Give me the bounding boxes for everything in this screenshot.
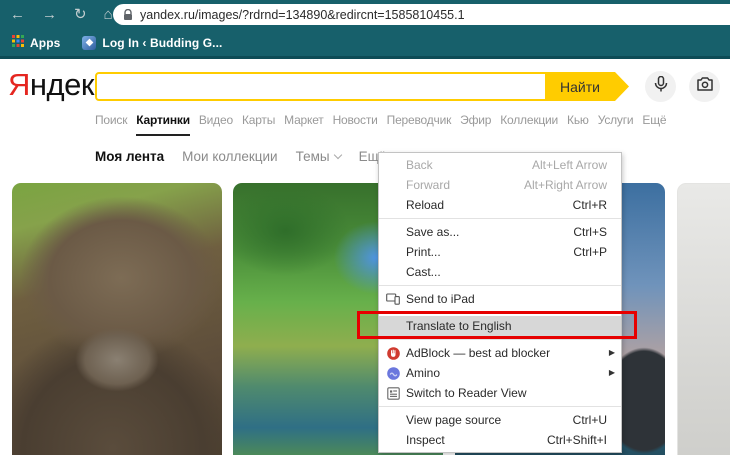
logo-letter: Я	[8, 67, 30, 102]
menu-item-label: Amino	[406, 366, 441, 380]
service-tabs: Поиск Картинки Видео Карты Маркет Новости Пере…	[95, 113, 725, 136]
menu-item-inspect[interactable]: Inspect Ctrl+Shift+I	[379, 430, 621, 450]
tab-поиск[interactable]: Поиск	[95, 113, 127, 136]
submenu-arrow-icon: ▶	[608, 348, 615, 357]
lock-icon	[123, 8, 133, 21]
voice-search-button[interactable]	[645, 71, 676, 102]
menu-item-shortcut: Ctrl+S	[573, 225, 607, 239]
menu-separator	[379, 218, 621, 219]
bookmark-apps[interactable]: Apps	[12, 34, 60, 52]
search-button[interactable]: Найти	[547, 72, 629, 101]
bookmark-login-budding[interactable]: Log In ‹ Budding G...	[82, 35, 223, 50]
menu-item-send-to-ipad[interactable]: Send to iPad	[379, 289, 621, 309]
menu-item-adblock-best-ad-blocker[interactable]: AdBlock — best ad blocker ▶	[379, 343, 621, 363]
site-favicon	[82, 35, 97, 50]
tab-услуги[interactable]: Услуги	[598, 113, 634, 136]
menu-separator	[379, 312, 621, 313]
home-icon[interactable]: ⌂	[104, 7, 113, 22]
menu-item-label: Save as...	[406, 225, 460, 239]
reader-view-icon	[386, 386, 400, 400]
tab-новости[interactable]: Новости	[333, 113, 378, 136]
menu-item-back: Back Alt+Left Arrow	[379, 155, 621, 175]
camera-icon	[696, 77, 713, 96]
menu-item-forward: Forward Alt+Right Arrow	[379, 175, 621, 195]
menu-separator	[379, 285, 621, 286]
browser-chrome: ← → ↻ ⌂ yandex.ru/images/?rdrnd=134890&r…	[0, 0, 730, 59]
menu-item-translate-to-english[interactable]: Translate to English	[379, 316, 621, 336]
tab-эфир[interactable]: Эфир	[460, 113, 491, 136]
image-card-winter-snow[interactable]	[677, 183, 730, 455]
menu-item-shortcut: Ctrl+R	[572, 198, 607, 212]
tab-маркет[interactable]: Маркет	[284, 113, 324, 136]
menu-item-shortcut: Ctrl+U	[572, 413, 607, 427]
browser-toolbar: ← → ↻ ⌂ yandex.ru/images/?rdrnd=134890&r…	[0, 0, 730, 29]
menu-item-shortcut: Ctrl+P	[573, 245, 607, 259]
address-bar[interactable]: yandex.ru/images/?rdrnd=134890&redircnt=…	[113, 4, 730, 25]
microphone-icon	[654, 75, 668, 97]
yandex-images-page: Яндекс Найти Поиск Картинки Видео Карты Марк…	[0, 59, 730, 455]
search-input[interactable]	[95, 72, 547, 101]
menu-item-reload[interactable]: Reload Ctrl+R	[379, 195, 621, 215]
tab-карты[interactable]: Карты	[242, 113, 275, 136]
menu-item-label: Cast...	[406, 265, 441, 279]
reload-icon[interactable]: ↻	[74, 7, 87, 22]
bookmark-label: Apps	[30, 35, 61, 50]
menu-item-shortcut: Alt+Right Arrow	[523, 178, 607, 192]
image-search-button[interactable]	[689, 71, 720, 102]
tab-кью[interactable]: Кью	[567, 113, 589, 136]
tab-видео[interactable]: Видео	[199, 113, 233, 136]
menu-item-switch-to-reader-view[interactable]: Switch to Reader View	[379, 383, 621, 403]
menu-item-print[interactable]: Print... Ctrl+P	[379, 242, 621, 262]
subnav-моя-лента[interactable]: Моя лента	[95, 149, 164, 164]
menu-item-label: Back	[406, 158, 433, 172]
tab-переводчик[interactable]: Переводчик	[387, 113, 452, 136]
back-icon[interactable]: ←	[10, 7, 25, 22]
tab-коллекции[interactable]: Коллекции	[500, 113, 558, 136]
bookmark-label: Log In ‹ Budding G...	[102, 35, 223, 50]
subnav-мои-коллекции[interactable]: Мои коллекции	[182, 149, 277, 164]
menu-item-save-as[interactable]: Save as... Ctrl+S	[379, 222, 621, 242]
url-text: yandex.ru/images/?rdrnd=134890&redircnt=…	[140, 7, 465, 22]
bookmarks-bar: Apps Log In ‹ Budding G...	[0, 29, 730, 59]
menu-item-label: Inspect	[406, 433, 445, 447]
menu-item-label: Forward	[406, 178, 451, 192]
chevron-down-icon	[333, 150, 342, 160]
adblock-icon	[386, 346, 400, 360]
menu-item-label: View page source	[406, 413, 502, 427]
image-card-bear-with-cub[interactable]	[12, 183, 222, 455]
menu-item-label: AdBlock — best ad blocker	[406, 346, 551, 360]
tab-картинки[interactable]: Картинки	[136, 113, 190, 136]
menu-separator	[379, 406, 621, 407]
menu-item-label: Print...	[406, 245, 441, 259]
context-menu: Back Alt+Left Arrow Forward Alt+Right Arrow…	[378, 152, 622, 453]
amino-icon	[386, 366, 400, 380]
menu-item-amino[interactable]: Amino ▶	[379, 363, 621, 383]
menu-separator	[379, 339, 621, 340]
tab-ещё[interactable]: Ещё	[642, 113, 666, 136]
apps-grid-icon	[12, 34, 24, 52]
menu-item-label: Switch to Reader View	[406, 386, 527, 400]
submenu-arrow-icon: ▶	[608, 368, 615, 377]
menu-item-label: Translate to English	[406, 319, 512, 333]
menu-item-shortcut: Ctrl+Shift+I	[546, 433, 607, 447]
menu-item-label: Send to iPad	[406, 292, 475, 306]
browser-window: ← → ↻ ⌂ yandex.ru/images/?rdrnd=134890&r…	[0, 0, 730, 455]
images-subnav: Моя лента Мои коллекции Темы Ещё	[95, 149, 399, 164]
menu-item-label: Reload	[406, 198, 445, 212]
subnav-темы[interactable]: Темы	[296, 149, 342, 164]
menu-item-view-page-source[interactable]: View page source Ctrl+U	[379, 410, 621, 430]
send-to-device-icon	[386, 292, 400, 306]
menu-item-shortcut: Alt+Left Arrow	[531, 158, 607, 172]
menu-item-cast[interactable]: Cast...	[379, 262, 621, 282]
forward-icon[interactable]: →	[42, 7, 57, 22]
